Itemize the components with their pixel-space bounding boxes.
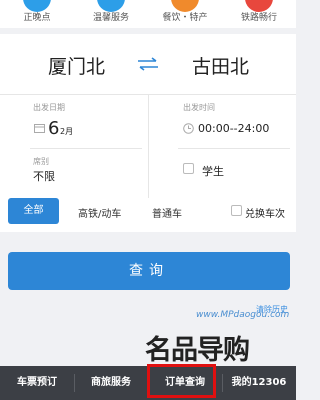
- filter-putong-button[interactable]: 普通车: [152, 205, 182, 220]
- watermark-logo: 名品导购: [145, 335, 250, 366]
- service-label: 温馨服务: [92, 13, 129, 23]
- search-button[interactable]: 查询: [8, 252, 290, 290]
- to-station[interactable]: 古田北: [192, 52, 249, 79]
- divider: [178, 148, 290, 149]
- time-range-value[interactable]: 00:00--24:00: [198, 122, 269, 135]
- divider: [148, 94, 149, 198]
- service-food[interactable]: 餐饮・特产: [148, 0, 222, 28]
- seat-label: 席别: [33, 157, 49, 166]
- transfer-checkbox[interactable]: [231, 205, 242, 216]
- filter-all-button[interactable]: 全部: [8, 198, 59, 224]
- divider: [30, 148, 142, 149]
- service-warm[interactable]: 温馨服务: [74, 0, 148, 28]
- service-label: 餐饮・特产: [162, 13, 208, 23]
- calendar-icon: [34, 124, 45, 133]
- service-label: 铁路畅行: [240, 13, 277, 23]
- date-day[interactable]: 6: [48, 118, 59, 139]
- service-railway[interactable]: 铁路畅行: [222, 0, 296, 28]
- service-label: 正晚点: [23, 13, 51, 23]
- nav-my-12306[interactable]: 我的12306: [222, 366, 296, 400]
- nav-ticket-booking[interactable]: 车票预订: [0, 366, 74, 400]
- train-type-filter: 全部 高铁/动车 普通车 兑换车次: [0, 198, 296, 226]
- from-station[interactable]: 厦门北: [48, 52, 105, 79]
- student-checkbox[interactable]: [183, 163, 194, 174]
- quick-service-bar: 正晚点 温馨服务 餐饮・特产 铁路畅行: [0, 0, 296, 28]
- seat-value[interactable]: 不限: [33, 168, 55, 184]
- watermark-url: www.MPdaogou.com: [196, 310, 290, 320]
- filter-gaotie-button[interactable]: 高铁/动车: [78, 205, 121, 220]
- time-label: 出发时间: [183, 103, 215, 112]
- date-month[interactable]: 2月: [60, 126, 73, 137]
- nav-business-service[interactable]: 商旅服务: [74, 366, 148, 400]
- swap-arrows-icon[interactable]: [136, 57, 160, 71]
- service-punctuality[interactable]: 正晚点: [0, 0, 74, 28]
- date-label: 出发日期: [33, 103, 65, 112]
- order-query-highlight: [147, 364, 216, 398]
- clock-icon: [183, 123, 194, 134]
- transfer-label[interactable]: 兑换车次: [245, 205, 285, 220]
- student-label[interactable]: 学生: [202, 163, 224, 179]
